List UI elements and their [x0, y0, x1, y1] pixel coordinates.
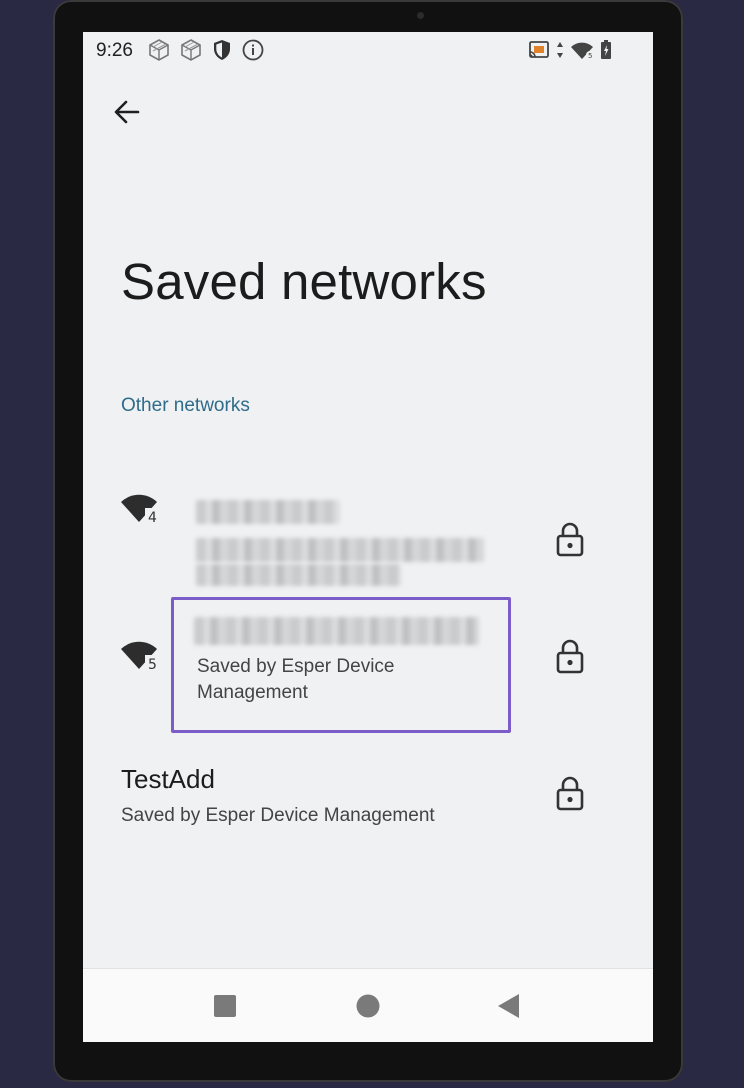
triangle-icon: [498, 994, 519, 1018]
network-summary-redacted: [196, 538, 484, 562]
app-cube-icon: [149, 39, 169, 61]
lock-icon: [556, 639, 584, 674]
battery-icon: [601, 40, 611, 59]
data-arrows-icon: [557, 42, 563, 58]
network-item[interactable]: TestAdd Saved by Esper Device Management: [83, 756, 653, 846]
camera-dot: [417, 12, 424, 19]
status-time: 9:26: [96, 40, 133, 61]
status-bar: 9:26 5: [83, 32, 653, 70]
network-name: TestAdd: [121, 764, 215, 794]
network-name-redacted: [194, 617, 479, 645]
status-icons-right: 5: [527, 39, 613, 61]
lock-icon: [556, 776, 584, 811]
navigation-bar: [83, 968, 653, 1042]
shield-icon: [214, 40, 230, 60]
network-summary: Saved by Esper Device Management: [121, 805, 435, 826]
info-icon: [242, 39, 264, 61]
screen: 9:26 5 Saved networks Other networks 4 5…: [83, 32, 653, 1042]
cast-icon: [529, 41, 549, 58]
signal-badge: 4: [148, 510, 157, 526]
lock-icon: [556, 522, 584, 557]
square-icon: [214, 995, 236, 1017]
network-summary-redacted: [196, 564, 401, 586]
nav-back-button[interactable]: [494, 991, 524, 1021]
svg-text:5: 5: [588, 52, 592, 60]
network-item[interactable]: 5 Saved by Esper Device Management: [83, 597, 653, 727]
signal-badge: 5: [148, 657, 157, 673]
network-summary: Saved by Esper Device Management: [197, 656, 395, 703]
network-name-redacted: [196, 500, 340, 524]
wifi-status-icon: 5: [571, 42, 594, 60]
arrow-left-icon: [114, 100, 140, 124]
back-button[interactable]: [109, 94, 145, 130]
recents-button[interactable]: [210, 991, 240, 1021]
home-button[interactable]: [353, 991, 383, 1021]
status-icons-left: [147, 38, 265, 62]
circle-icon: [356, 994, 380, 1018]
wifi-icon: 5: [121, 641, 161, 673]
section-header: Other networks: [121, 395, 250, 416]
app-cube-icon: [181, 39, 201, 61]
network-item[interactable]: 4: [83, 452, 653, 592]
page-title: Saved networks: [121, 253, 487, 310]
wifi-icon: 4: [121, 494, 161, 526]
